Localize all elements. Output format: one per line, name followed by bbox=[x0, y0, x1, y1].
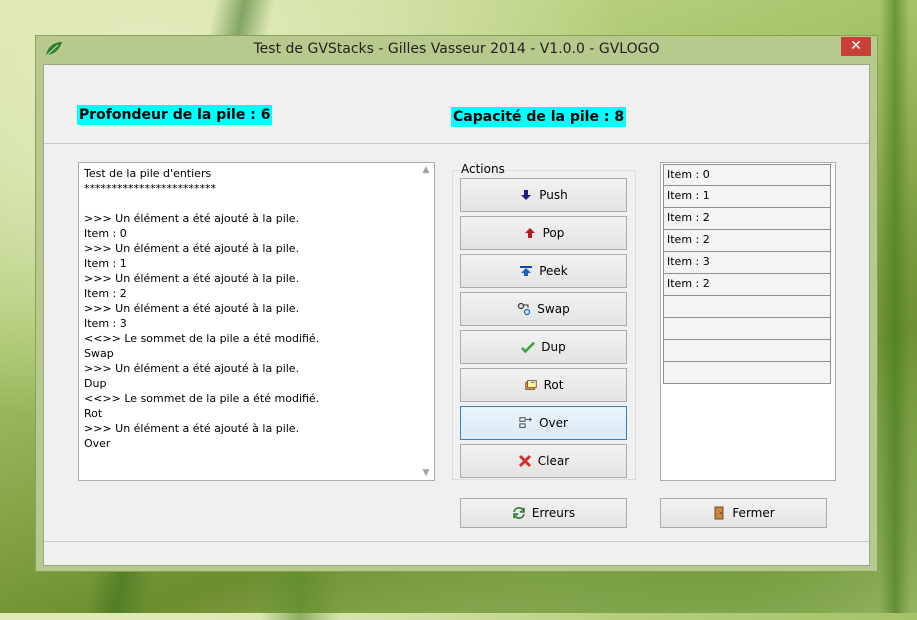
actions-legend: Actions bbox=[459, 162, 507, 176]
app-window: Test de GVStacks - Gilles Vasseur 2014 -… bbox=[35, 35, 878, 572]
list-item[interactable] bbox=[663, 362, 831, 384]
swap-label: Swap bbox=[537, 302, 570, 316]
clear-label: Clear bbox=[537, 454, 570, 468]
over-icon bbox=[519, 416, 533, 430]
dup-button[interactable]: Dup bbox=[460, 330, 627, 364]
arrow-up-icon bbox=[523, 226, 537, 240]
peek-label: Peek bbox=[539, 264, 568, 278]
log-text: Test de la pile d'entiers **************… bbox=[84, 167, 320, 450]
swap-icon bbox=[517, 302, 531, 316]
rotate-icon bbox=[524, 378, 538, 392]
list-item[interactable] bbox=[663, 296, 831, 318]
footer-divider bbox=[44, 541, 869, 542]
list-item[interactable]: Item : 3 bbox=[663, 252, 831, 274]
pop-button[interactable]: Pop bbox=[460, 216, 627, 250]
push-button[interactable]: Push bbox=[460, 178, 627, 212]
pop-label: Pop bbox=[542, 226, 565, 240]
stack-capacity-label: Capacité de la pile : 8 bbox=[451, 107, 627, 127]
over-button[interactable]: Over bbox=[460, 406, 627, 440]
list-item[interactable]: Item : 0 bbox=[663, 164, 831, 186]
dup-label: Dup bbox=[541, 340, 566, 354]
close-button[interactable]: Fermer bbox=[660, 498, 827, 528]
scroll-down-arrow-icon[interactable]: ▼ bbox=[421, 468, 431, 478]
arrow-down-icon bbox=[519, 188, 533, 202]
rot-label: Rot bbox=[543, 378, 564, 392]
scroll-up-arrow-icon[interactable]: ▲ bbox=[421, 165, 431, 175]
peek-button[interactable]: Peek bbox=[460, 254, 627, 288]
wallpaper-stem bbox=[880, 0, 910, 613]
stack-depth-label: Profondeur de la pile : 6 bbox=[77, 105, 273, 125]
list-item[interactable]: Item : 2 bbox=[663, 230, 831, 252]
list-item[interactable]: Item : 2 bbox=[663, 208, 831, 230]
door-icon bbox=[712, 506, 726, 520]
title-bar[interactable]: Test de GVStacks - Gilles Vasseur 2014 -… bbox=[36, 36, 877, 64]
header-divider bbox=[44, 143, 869, 144]
over-label: Over bbox=[539, 416, 568, 430]
list-item[interactable] bbox=[663, 318, 831, 340]
push-label: Push bbox=[539, 188, 568, 202]
check-icon bbox=[521, 340, 536, 354]
log-scrollbar[interactable]: ▲ ▼ bbox=[418, 163, 434, 480]
peek-icon bbox=[519, 264, 533, 278]
list-item[interactable]: Item : 1 bbox=[663, 186, 831, 208]
swap-button[interactable]: Swap bbox=[460, 292, 627, 326]
rot-button[interactable]: Rot bbox=[460, 368, 627, 402]
log-memo[interactable]: Test de la pile d'entiers **************… bbox=[78, 162, 435, 481]
window-title: Test de GVStacks - Gilles Vasseur 2014 -… bbox=[253, 41, 660, 57]
errors-button[interactable]: Erreurs bbox=[460, 498, 627, 528]
close-window-button[interactable]: ✕ bbox=[841, 37, 871, 56]
refresh-icon bbox=[512, 506, 526, 520]
list-item[interactable]: Item : 2 bbox=[663, 274, 831, 296]
list-item[interactable] bbox=[663, 340, 831, 362]
client-area: Profondeur de la pile : 6 Capacité de la… bbox=[43, 64, 870, 566]
clear-button[interactable]: Clear bbox=[460, 444, 627, 478]
close-label: Fermer bbox=[732, 506, 775, 520]
stack-list[interactable]: Item : 0 Item : 1 Item : 2 Item : 2 Item… bbox=[660, 162, 836, 481]
errors-label: Erreurs bbox=[531, 506, 576, 520]
cross-icon bbox=[518, 454, 532, 468]
